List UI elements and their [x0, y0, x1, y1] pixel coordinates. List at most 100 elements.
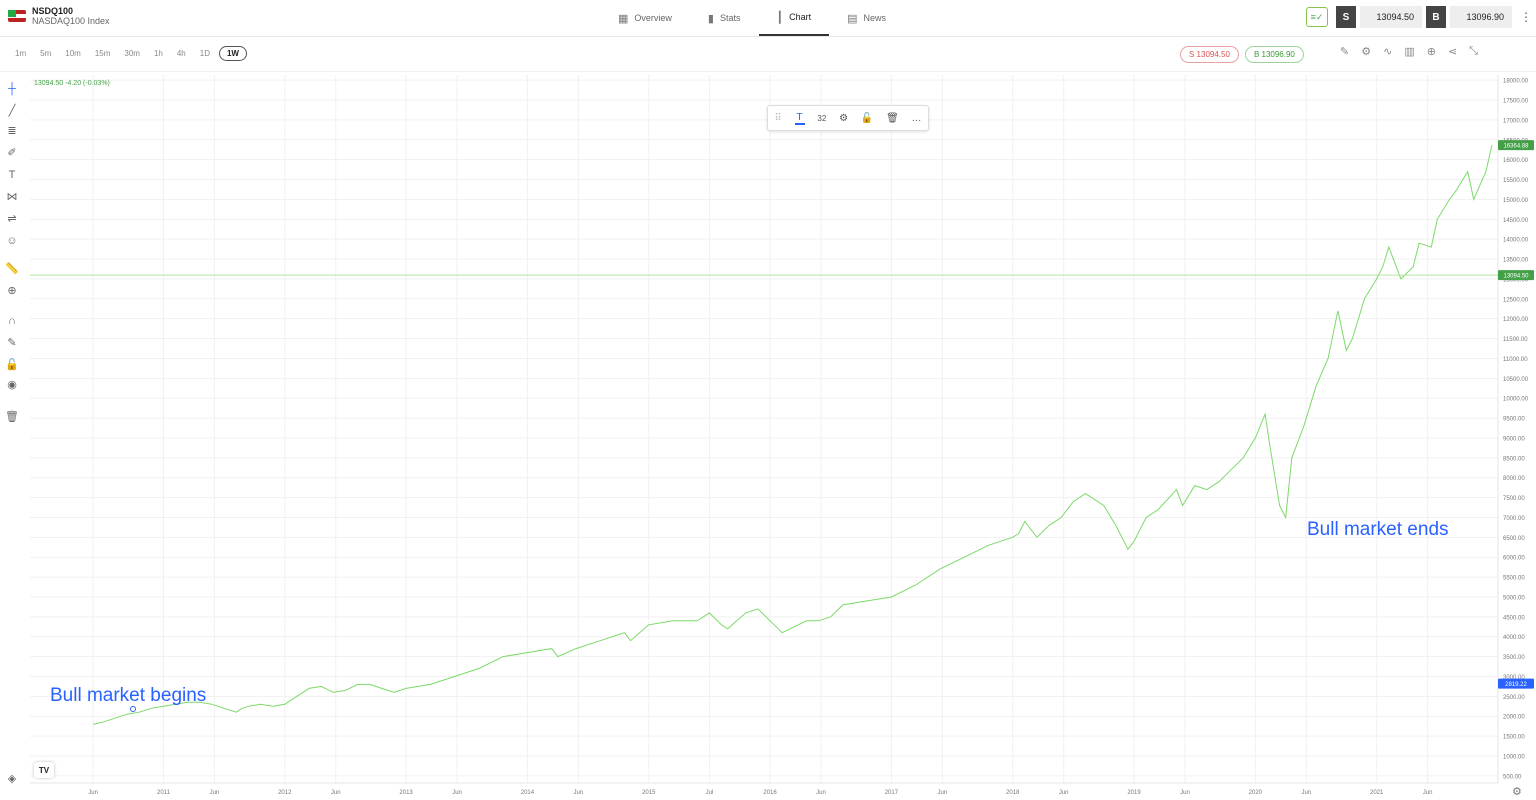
settings-icon[interactable]: ⚙: [839, 113, 848, 124]
y-tick-label: 6500.00: [1503, 536, 1525, 542]
timeframe-5m[interactable]: 5m: [35, 47, 56, 60]
share-icon[interactable]: ⋖: [1448, 45, 1457, 58]
text-format-toolbar: ⠿ T 32 ⚙ 🔓 🗑 …: [767, 105, 929, 131]
y-tick-label: 16500.00: [1503, 138, 1529, 144]
buy-quote-pill[interactable]: B 13096.90: [1244, 46, 1304, 63]
sell-button[interactable]: S: [1336, 6, 1356, 28]
x-tick-label: Jun: [1423, 790, 1433, 796]
instrument-header[interactable]: NSDQ100 NASDAQ100 Index: [8, 6, 110, 26]
sell-quote-pill[interactable]: S 13094.50: [1180, 46, 1239, 63]
x-tick-label: Jun: [816, 790, 826, 796]
timeframe-15m[interactable]: 15m: [90, 47, 116, 60]
unlock-icon[interactable]: 🔓: [861, 113, 873, 124]
eye-icon[interactable]: ◉: [5, 378, 19, 392]
y-tick-label: 8500.00: [1503, 456, 1525, 462]
drawing-toolbar: ┼ ╱ ≣ ✐ T ⋈ ⇌ ☺ 📏 ⊕ ∩ ✎ 🔓 ◉ 🗑 ◈: [0, 72, 24, 800]
brush-icon[interactable]: ✐: [5, 146, 19, 160]
bar-chart-icon[interactable]: ▥: [1404, 45, 1414, 58]
x-tick-label: 2011: [157, 790, 171, 796]
y-tick-label: 18000.00: [1503, 79, 1529, 85]
timeframe-30m[interactable]: 30m: [119, 47, 145, 60]
layers-icon[interactable]: ◈: [5, 772, 19, 786]
price-badge-high: [1498, 140, 1534, 151]
price-badge-label: 13094.50: [1503, 274, 1529, 280]
timeframe-1w[interactable]: 1W: [218, 46, 247, 61]
measure-lines-icon[interactable]: ⇌: [5, 212, 19, 226]
y-tick-label: 4000.00: [1503, 635, 1525, 641]
timeframe-1m[interactable]: 1m: [10, 47, 31, 60]
drag-handle-icon[interactable]: ⠿: [774, 113, 781, 124]
zoom-in-icon[interactable]: ⊕: [5, 284, 19, 298]
watchlist-toggle-button[interactable]: ≡✓: [1306, 7, 1328, 27]
timeframe-10m[interactable]: 10m: [60, 47, 86, 60]
buy-price[interactable]: 13096.90: [1450, 6, 1512, 28]
x-tick-label: 2021: [1370, 790, 1384, 796]
price-badge-label: 16364.88: [1503, 144, 1529, 150]
trendline-icon[interactable]: ╱: [5, 104, 19, 118]
tab-label: Chart: [789, 12, 812, 22]
y-tick-label: 8000.00: [1503, 476, 1525, 482]
y-tick-label: 15500.00: [1503, 178, 1529, 184]
font-size-value[interactable]: 32: [817, 114, 826, 123]
tab-chart[interactable]: ┃ Chart: [758, 0, 830, 36]
y-tick-label: 4500.00: [1503, 615, 1525, 621]
tab-stats[interactable]: ▮ Stats: [690, 0, 759, 36]
chart-tools: ✎ ⚙ ∿ ▥ ⊕ ⋖ ⤡: [1340, 45, 1478, 58]
timeframe-1h[interactable]: 1h: [149, 47, 168, 60]
x-tick-label: Jul: [706, 790, 714, 796]
tab-news[interactable]: ▤ News: [829, 0, 904, 36]
timeframe-4h[interactable]: 4h: [172, 47, 191, 60]
tab-overview[interactable]: ▦ Overview: [600, 0, 690, 36]
indicators-icon[interactable]: ∿: [1383, 45, 1392, 58]
magnet-icon[interactable]: ∩: [5, 314, 19, 328]
annotation-bull-ends[interactable]: Bull market ends: [1307, 519, 1449, 541]
lock-icon[interactable]: 🔓: [5, 358, 19, 372]
x-tick-label: Jun: [574, 790, 584, 796]
add-icon[interactable]: ⊕: [1427, 45, 1436, 58]
delete-icon[interactable]: 🗑: [886, 113, 899, 124]
x-tick-label: 2020: [1249, 790, 1263, 796]
horizontal-lines-icon[interactable]: ≣: [5, 124, 19, 138]
x-tick-label: 2017: [885, 790, 899, 796]
y-tick-label: 17000.00: [1503, 118, 1529, 124]
y-tick-label: 17500.00: [1503, 99, 1529, 105]
price-badge-last: [1498, 270, 1534, 281]
ruler-icon[interactable]: 📏: [5, 262, 19, 276]
grid-icon: ▦: [618, 12, 629, 25]
x-tick-label: Jun: [1301, 790, 1311, 796]
trash-icon[interactable]: 🗑: [5, 410, 19, 424]
more-icon[interactable]: …: [912, 113, 922, 124]
price-badge-start: [1498, 678, 1534, 689]
x-tick-label: 2016: [763, 790, 777, 796]
pencil-icon[interactable]: ✎: [1340, 45, 1349, 58]
x-tick-label: Jun: [1180, 790, 1190, 796]
emoji-icon[interactable]: ☺: [5, 234, 19, 248]
y-tick-label: 500.00: [1503, 774, 1522, 780]
y-tick-label: 13000.00: [1503, 277, 1529, 283]
chart-toolbar: 1m 5m 10m 15m 30m 1h 4h 1D 1W S 13094.50…: [0, 37, 1536, 72]
pattern-icon[interactable]: ⋈: [5, 190, 19, 204]
y-tick-label: 5000.00: [1503, 595, 1525, 601]
x-tick-label: 2014: [521, 790, 535, 796]
timeframe-1d[interactable]: 1D: [195, 47, 215, 60]
quote-pills: S 13094.50 B 13096.90: [1180, 46, 1304, 63]
sell-price[interactable]: 13094.50: [1360, 6, 1422, 28]
tradingview-logo[interactable]: TV: [34, 762, 54, 778]
top-bar: NSDQ100 NASDAQ100 Index ▦ Overview ▮ Stats…: [0, 0, 1536, 37]
annotation-bull-begins[interactable]: Bull market begins: [50, 685, 206, 707]
y-tick-label: 11500.00: [1503, 337, 1528, 343]
y-tick-label: 15000.00: [1503, 198, 1529, 204]
chart-settings-icon[interactable]: ⚙: [1512, 785, 1522, 798]
more-menu-icon[interactable]: ⋮: [1516, 10, 1536, 24]
lock-drawings-icon[interactable]: ✎: [5, 336, 19, 350]
buy-button[interactable]: B: [1426, 6, 1446, 28]
gear-icon[interactable]: ⚙: [1361, 45, 1371, 58]
x-tick-label: Jun: [452, 790, 462, 796]
collapse-icon[interactable]: ⤡: [1469, 45, 1478, 58]
y-tick-label: 2500.00: [1503, 695, 1525, 701]
main-nav: ▦ Overview ▮ Stats ┃ Chart ▤ News: [600, 0, 904, 36]
text-color-icon[interactable]: T: [794, 112, 805, 125]
crosshair-icon[interactable]: ┼: [5, 82, 19, 96]
y-tick-label: 14000.00: [1503, 238, 1529, 244]
text-tool-icon[interactable]: T: [5, 168, 19, 182]
